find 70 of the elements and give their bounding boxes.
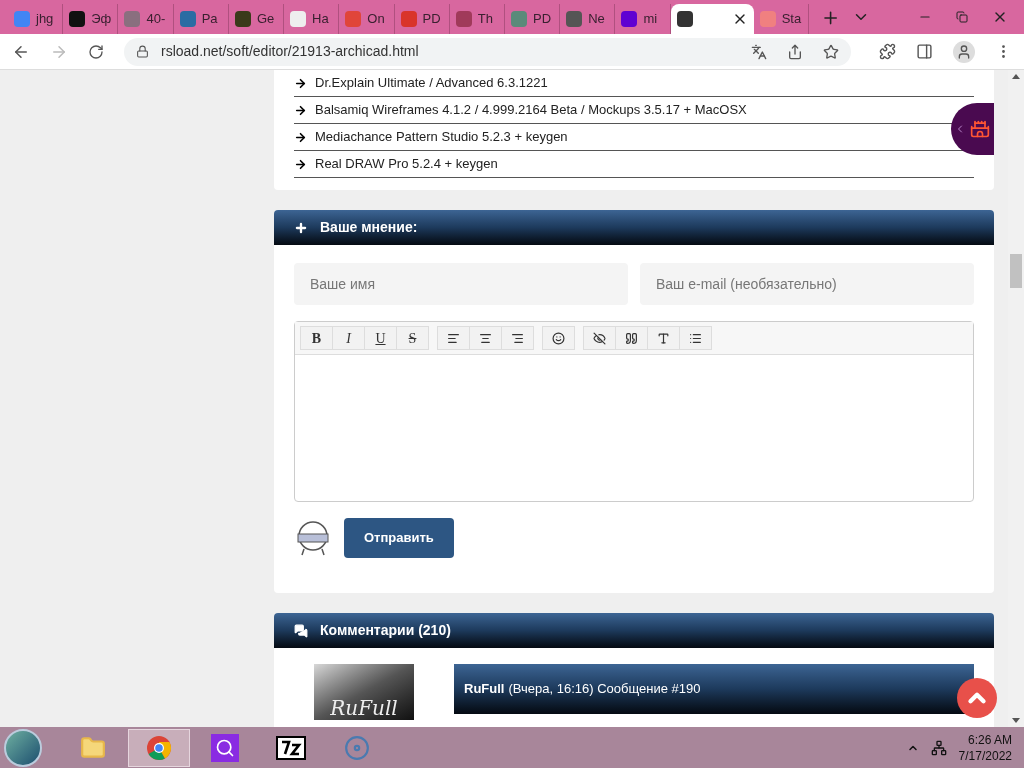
- tab-title: Ha: [312, 10, 329, 29]
- side-panel-icon[interactable]: [916, 43, 933, 60]
- folder-icon: [80, 734, 106, 761]
- tab-title: Ne: [588, 10, 605, 29]
- url-text: rsload.net/soft/editor/21913-archicad.html: [161, 42, 419, 61]
- underline-button[interactable]: U: [365, 327, 397, 349]
- related-link[interactable]: Balsamiq Wireframes 4.1.2 / 4.999.2164 Beta / Mockups 3.5.17 + MacOSX: [315, 100, 747, 120]
- tab-title: Ge: [256, 10, 275, 29]
- tab-title: PD: [532, 10, 552, 29]
- address-bar[interactable]: rsload.net/soft/editor/21913-archicad.html: [124, 37, 851, 66]
- related-link[interactable]: Mediachance Pattern Studio 5.2.3 + keygen: [315, 127, 568, 147]
- tab-title: mi: [643, 10, 658, 29]
- mascot-icon: [294, 519, 332, 557]
- browser-tab[interactable]: [670, 4, 754, 34]
- translate-icon[interactable]: [751, 43, 767, 60]
- reload-icon[interactable]: [88, 43, 104, 60]
- align-left-icon: [447, 331, 460, 345]
- tab-title: On: [367, 10, 385, 29]
- tab-title: PD: [422, 10, 441, 29]
- arrow-icon: [294, 157, 307, 171]
- submit-button[interactable]: Отправить: [344, 518, 454, 558]
- arrow-icon: [294, 130, 307, 144]
- tab-title: Pa: [201, 10, 218, 29]
- castle-icon: [970, 119, 990, 139]
- lock-icon: [136, 45, 149, 58]
- align-right-icon: [511, 331, 524, 345]
- tab-title: Sta: [781, 10, 802, 29]
- search-app-icon: [211, 733, 239, 762]
- restore-icon[interactable]: [956, 11, 969, 23]
- email-field[interactable]: Ваш e-mail (необязательно): [640, 263, 974, 305]
- scroll-down-icon[interactable]: [1012, 718, 1020, 723]
- tab-title: jhg: [36, 10, 54, 29]
- related-link[interactable]: Real DRAW Pro 5.2.4 + keygen: [315, 154, 498, 174]
- chrome-icon: [146, 734, 172, 761]
- arrow-icon: [294, 103, 307, 117]
- archiver-icon: [276, 735, 306, 760]
- bookmark-star-icon[interactable]: [823, 43, 839, 60]
- bold-button[interactable]: B: [301, 327, 333, 349]
- italic-button[interactable]: I: [333, 327, 365, 349]
- arrow-icon: [294, 76, 307, 90]
- network-icon[interactable]: [930, 739, 947, 756]
- related-link[interactable]: Dr.Explain Ultimate / Advanced 6.3.1221: [315, 73, 548, 93]
- tab-title: Th: [477, 10, 493, 29]
- tab-title: Эф: [91, 10, 112, 29]
- scroll-up-icon[interactable]: [1012, 74, 1020, 79]
- align-center-icon: [479, 331, 492, 345]
- list-icon: [689, 331, 702, 345]
- quote-icon: [625, 331, 638, 345]
- comments-icon: [294, 623, 308, 638]
- clock-date: 7/17/2022: [958, 747, 1012, 764]
- name-field[interactable]: Ваше имя: [294, 263, 628, 305]
- section-title: Ваше мнение:: [320, 218, 418, 237]
- text-editor[interactable]: B I U S: [294, 321, 974, 502]
- comment-author[interactable]: RuFull: [464, 679, 505, 699]
- extensions-icon[interactable]: [879, 43, 896, 60]
- start-button[interactable]: [4, 728, 42, 767]
- profile-avatar[interactable]: [953, 40, 975, 63]
- disc-icon: [344, 734, 370, 761]
- hide-icon: [593, 331, 606, 345]
- scrollbar-thumb[interactable]: [1010, 254, 1022, 288]
- share-icon[interactable]: [787, 43, 803, 60]
- smiley-icon: [552, 331, 565, 345]
- font-size-icon: [657, 331, 670, 345]
- strike-button[interactable]: S: [397, 327, 429, 349]
- comment-meta: (Вчера, 16:16) Сообщение #190: [508, 680, 701, 699]
- section-title: Комментарии (210): [320, 621, 451, 640]
- avatar-text: RuFull: [330, 696, 398, 720]
- tab-title: 40-: [146, 10, 166, 29]
- clock-time: 6:26 AM: [967, 731, 1012, 748]
- plus-icon: [294, 220, 308, 235]
